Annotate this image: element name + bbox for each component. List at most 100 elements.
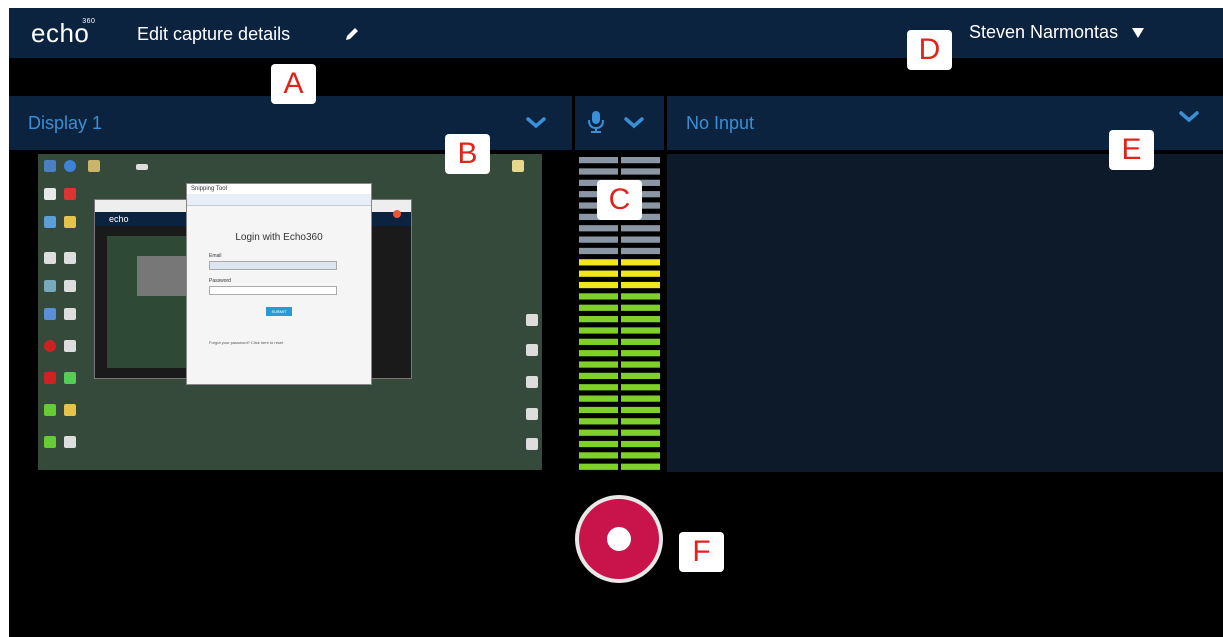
meter-segment — [621, 259, 660, 266]
meter-segment — [579, 247, 618, 255]
desktop-icon — [44, 372, 56, 384]
meter-segment — [579, 225, 618, 232]
meter-segment — [579, 270, 618, 277]
capture-title[interactable]: Edit capture details — [137, 24, 290, 45]
desktop-icon — [526, 376, 538, 388]
meter-segment — [621, 406, 660, 414]
meter-segment — [579, 338, 618, 345]
meter-segment — [621, 157, 660, 164]
echo360-capture-app: echo 360 Edit capture details Steven Narm… — [9, 8, 1223, 637]
echo360-logo: echo 360 — [31, 18, 95, 49]
meter-segment — [579, 463, 618, 470]
audio-source-selector[interactable] — [575, 96, 664, 150]
email-field — [209, 261, 337, 270]
desktop-icon — [526, 408, 538, 420]
password-field — [209, 286, 337, 295]
meter-segment — [621, 372, 660, 380]
meter-segment — [579, 304, 618, 311]
meter-segment — [621, 293, 660, 300]
meter-segment — [621, 440, 660, 448]
chevron-down-icon[interactable] — [624, 116, 644, 130]
meter-segment — [621, 361, 660, 368]
record-dot-icon — [607, 527, 631, 551]
desktop-icon — [44, 340, 56, 352]
callout-a: A — [271, 64, 316, 104]
record-indicator — [393, 210, 401, 218]
meter-segment — [579, 327, 618, 334]
record-button[interactable] — [575, 495, 663, 583]
meter-segment — [579, 236, 618, 243]
display-preview: echo Snipping Tool Login with Echo360 Em… — [38, 154, 542, 470]
desktop-icon — [526, 438, 538, 450]
meter-segment — [621, 281, 660, 289]
meter-segment — [579, 281, 618, 289]
desktop-icon — [44, 280, 56, 292]
desktop-icon — [44, 308, 56, 320]
user-menu[interactable]: Steven Narmontas — [969, 22, 1145, 43]
meter-segment — [579, 429, 618, 436]
meter-segment — [579, 395, 618, 402]
meter-segment — [621, 236, 660, 243]
login-heading: Login with Echo360 — [235, 232, 323, 243]
meter-segment — [621, 350, 660, 357]
desktop-icon — [64, 160, 76, 172]
forgot-password-text: Forgot your password? Click here to rese… — [209, 340, 284, 345]
desktop-icon — [512, 160, 524, 172]
logo-text: echo — [31, 18, 90, 48]
meter-segment — [621, 463, 660, 470]
meter-segment — [579, 293, 618, 300]
logo-superscript: 360 — [82, 18, 96, 25]
desktop-icon — [44, 188, 56, 200]
desktop-icon — [526, 344, 538, 356]
meter-segment — [621, 429, 660, 436]
desktop-icon — [44, 252, 56, 264]
desktop-icon — [64, 216, 76, 228]
meter-segment — [621, 418, 660, 425]
top-bar: echo 360 Edit capture details Steven Narm… — [9, 8, 1223, 58]
meter-segment — [621, 168, 660, 175]
second-input-label: No Input — [686, 113, 755, 133]
meter-segment — [579, 440, 618, 448]
meter-segment — [579, 452, 618, 459]
meter-segment — [579, 384, 618, 391]
desktop-icon — [136, 164, 148, 170]
desktop-icon — [64, 308, 76, 320]
login-submit-button: SUBMIT — [266, 307, 292, 316]
chevron-down-icon[interactable] — [526, 116, 546, 130]
meter-segment — [579, 168, 618, 175]
desktop-icon — [64, 404, 76, 416]
meter-segment — [579, 316, 618, 323]
user-name: Steven Narmontas — [969, 22, 1119, 42]
chevron-down-icon[interactable] — [1179, 110, 1199, 124]
snipping-titlebar: Snipping Tool — [187, 184, 371, 194]
pencil-icon[interactable] — [343, 25, 361, 43]
meter-segment — [621, 316, 660, 323]
echo-app-title: echo — [109, 214, 129, 224]
meter-segment — [579, 418, 618, 425]
meter-segment — [621, 452, 660, 459]
callout-f: F — [679, 532, 724, 572]
meter-segment — [621, 304, 660, 311]
meter-segment — [579, 157, 618, 164]
desktop-icon — [64, 436, 76, 448]
callout-b: B — [445, 134, 490, 174]
desktop-icon — [64, 372, 76, 384]
email-label: Email — [209, 253, 222, 259]
desktop-icon — [44, 436, 56, 448]
desktop-icon — [44, 404, 56, 416]
meter-segment — [621, 384, 660, 391]
desktop-icon — [526, 314, 538, 326]
meter-segment — [579, 361, 618, 368]
meter-segment — [621, 270, 660, 277]
caret-down-icon — [1132, 27, 1145, 38]
callout-d: D — [907, 30, 952, 70]
second-input-preview — [667, 154, 1223, 472]
desktop-icon — [88, 160, 100, 172]
display-source-label: Display 1 — [28, 113, 103, 133]
callout-e: E — [1109, 130, 1154, 170]
snipping-title: Snipping Tool — [191, 186, 227, 192]
meter-segment — [579, 259, 618, 266]
meter-segment — [621, 395, 660, 402]
microphone-icon — [588, 111, 604, 133]
desktop-icon — [64, 188, 76, 200]
